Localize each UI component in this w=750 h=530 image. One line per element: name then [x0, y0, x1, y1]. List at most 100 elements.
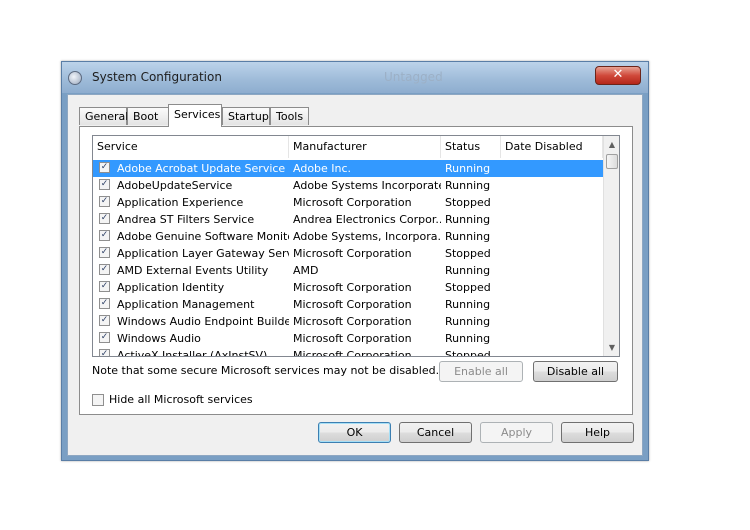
service-status: Running — [445, 213, 491, 226]
column-manufacturer[interactable]: Manufacturer — [289, 136, 441, 158]
service-row[interactable]: ✓ Application Management Microsoft Corpora… — [93, 296, 603, 313]
service-checkbox[interactable]: ✓ — [99, 196, 110, 207]
service-checkbox[interactable]: ✓ — [99, 247, 110, 258]
service-checkbox[interactable]: ✓ — [99, 298, 110, 309]
list-header: Service Manufacturer Status Date Disable… — [93, 136, 603, 158]
service-name: ActiveX Installer (AxInstSV) — [117, 349, 268, 357]
scrollbar-thumb[interactable] — [606, 154, 618, 169]
column-service[interactable]: Service — [93, 136, 289, 158]
enable-all-button[interactable]: Enable all — [439, 361, 523, 382]
service-manufacturer: Microsoft Corporation — [293, 196, 412, 209]
service-row[interactable]: ✓ Adobe Acrobat Update Service Adobe Inc. R… — [93, 160, 603, 177]
scroll-up-arrow-icon[interactable]: ▲ — [604, 136, 619, 153]
tab-services[interactable]: Services — [168, 104, 222, 127]
vertical-scrollbar[interactable]: ▲ ▼ — [603, 136, 619, 356]
service-row[interactable]: ✓ Windows Audio Microsoft Corporation Runni… — [93, 330, 603, 347]
service-row[interactable]: ✓ Application Experience Microsoft Corpora… — [93, 194, 603, 211]
service-name: AdobeUpdateService — [117, 179, 233, 192]
service-name: Windows Audio Endpoint Builder — [117, 315, 289, 328]
service-name: Application Management — [117, 298, 255, 311]
service-name: Application Identity — [117, 281, 225, 294]
dialog-client-area: General Boot Services Startup Tools Serv… — [67, 94, 643, 456]
service-name: Windows Audio — [117, 332, 201, 345]
checkmark-icon: ✓ — [100, 264, 109, 274]
service-row[interactable]: ✓ Application Identity Microsoft Corporati… — [93, 279, 603, 296]
checkmark-icon: ✓ — [100, 349, 109, 357]
services-tab-panel: Service Manufacturer Status Date Disable… — [79, 126, 633, 415]
service-status: Running — [445, 179, 491, 192]
help-button[interactable]: Help — [561, 422, 634, 443]
service-manufacturer: Adobe Systems Incorporated — [293, 179, 441, 192]
checkmark-icon: ✓ — [100, 298, 109, 308]
service-status: Stopped — [445, 196, 491, 209]
checkmark-icon: ✓ — [100, 179, 109, 189]
service-checkbox[interactable]: ✓ — [99, 179, 110, 190]
service-row[interactable]: ✓ AdobeUpdateService Adobe Systems Incorpo… — [93, 177, 603, 194]
checkmark-icon: ✓ — [100, 315, 109, 325]
service-checkbox[interactable]: ✓ — [99, 162, 110, 173]
service-row[interactable]: ✓ Application Layer Gateway Service Micros… — [93, 245, 603, 262]
service-manufacturer: Microsoft Corporation — [293, 332, 412, 345]
hide-microsoft-services-checkbox[interactable] — [92, 394, 104, 406]
service-row[interactable]: ✓ ActiveX Installer (AxInstSV) Microsoft C… — [93, 347, 603, 357]
apply-button[interactable]: Apply — [480, 422, 553, 443]
service-name: AMD External Events Utility — [117, 264, 269, 277]
disable-all-button[interactable]: Disable all — [533, 361, 618, 382]
service-manufacturer: Microsoft Corporation — [293, 281, 412, 294]
service-checkbox[interactable]: ✓ — [99, 281, 110, 292]
service-checkbox[interactable]: ✓ — [99, 315, 110, 326]
tab-general[interactable]: General — [79, 107, 128, 125]
service-status: Stopped — [445, 281, 491, 294]
checkmark-icon: ✓ — [100, 281, 109, 291]
service-checkbox[interactable]: ✓ — [99, 264, 110, 275]
close-icon: ✕ — [612, 67, 624, 82]
service-manufacturer: Microsoft Corporation — [293, 247, 412, 260]
tab-startup[interactable]: Startup — [222, 107, 270, 125]
service-checkbox[interactable]: ✓ — [99, 213, 110, 224]
tab-tools[interactable]: Tools — [270, 107, 309, 125]
checkmark-icon: ✓ — [100, 213, 109, 223]
hide-microsoft-services-label: Hide all Microsoft services — [109, 393, 253, 406]
service-status: Running — [445, 315, 491, 328]
service-manufacturer: Adobe Inc. — [293, 162, 352, 175]
service-checkbox[interactable]: ✓ — [99, 332, 110, 343]
checkmark-icon: ✓ — [100, 247, 109, 257]
service-row[interactable]: ✓ Adobe Genuine Software Monito... Adobe S… — [93, 228, 603, 245]
service-name: Application Experience — [117, 196, 244, 209]
scroll-down-arrow-icon[interactable]: ▼ — [604, 339, 619, 356]
service-row[interactable]: ✓ Andrea ST Filters Service Andrea Electro… — [93, 211, 603, 228]
service-status: Running — [445, 162, 491, 175]
service-row[interactable]: ✓ Windows Audio Endpoint Builder Microsoft… — [93, 313, 603, 330]
service-status: Stopped — [445, 247, 491, 260]
service-checkbox[interactable]: ✓ — [99, 230, 110, 241]
service-manufacturer: Microsoft Corporation — [293, 349, 412, 357]
checkmark-icon: ✓ — [100, 196, 109, 206]
service-checkbox[interactable]: ✓ — [99, 349, 110, 357]
service-manufacturer: Adobe Systems, Incorpora... — [293, 230, 441, 243]
service-manufacturer: AMD — [293, 264, 319, 277]
service-name: Adobe Genuine Software Monito... — [117, 230, 289, 243]
service-status: Stopped — [445, 349, 491, 357]
close-button[interactable]: ✕ — [595, 66, 641, 85]
service-status: Running — [445, 264, 491, 277]
service-manufacturer: Andrea Electronics Corpor... — [293, 213, 441, 226]
background-window-title: Untagged — [384, 70, 443, 84]
system-configuration-icon — [68, 71, 82, 85]
cancel-button[interactable]: Cancel — [399, 422, 472, 443]
checkmark-icon: ✓ — [100, 230, 109, 240]
system-configuration-window: System Configuration Untagged ✕ General … — [61, 61, 649, 461]
column-status[interactable]: Status — [441, 136, 501, 158]
secure-services-note: Note that some secure Microsoft services… — [92, 364, 440, 377]
tab-boot[interactable]: Boot — [127, 107, 169, 125]
title-bar[interactable]: System Configuration Untagged ✕ — [62, 62, 648, 93]
service-row[interactable]: ✓ AMD External Events Utility AMD Running — [93, 262, 603, 279]
ok-button[interactable]: OK — [318, 422, 391, 443]
service-status: Running — [445, 332, 491, 345]
service-name: Application Layer Gateway Service — [117, 247, 289, 260]
service-manufacturer: Microsoft Corporation — [293, 298, 412, 311]
service-status: Running — [445, 298, 491, 311]
services-list[interactable]: Service Manufacturer Status Date Disable… — [92, 135, 620, 357]
column-date-disabled[interactable]: Date Disabled — [501, 136, 603, 158]
service-status: Running — [445, 230, 491, 243]
checkmark-icon: ✓ — [100, 332, 109, 342]
